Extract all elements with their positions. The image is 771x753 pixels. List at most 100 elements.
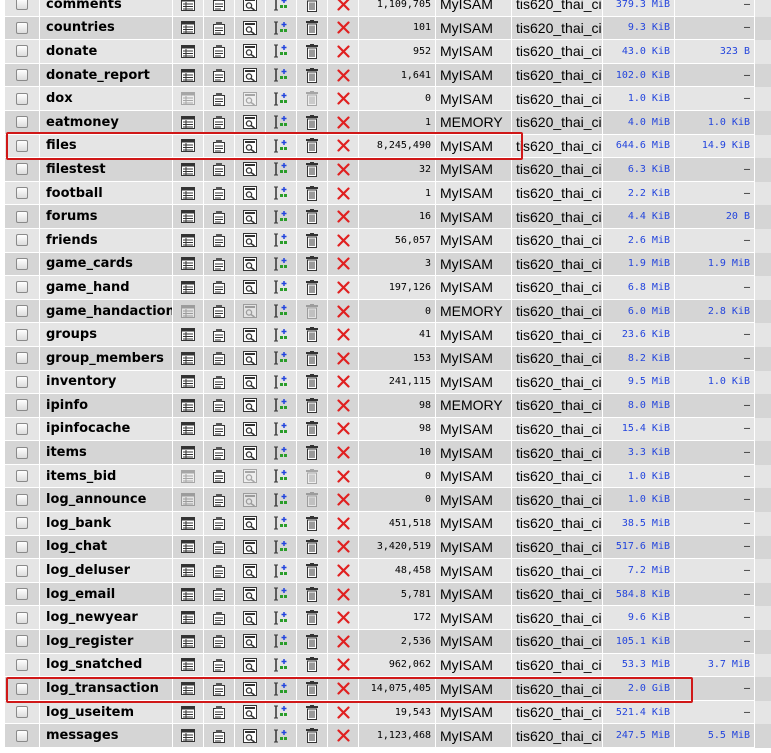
empty-icon[interactable] <box>305 303 319 319</box>
structure-icon[interactable] <box>212 658 226 672</box>
collation[interactable]: tis620_thai_ci <box>512 488 603 513</box>
collation[interactable]: tis620_thai_ci <box>512 158 603 182</box>
table-size[interactable]: 43.0 KiB <box>603 40 675 64</box>
collation[interactable]: tis620_thai_ci <box>512 40 603 64</box>
structure-icon[interactable] <box>212 210 226 224</box>
search-icon[interactable] <box>243 44 257 59</box>
row-checkbox[interactable] <box>16 187 28 200</box>
collation[interactable]: tis620_thai_ci <box>512 370 603 395</box>
drop-icon[interactable] <box>336 375 350 388</box>
empty-icon[interactable] <box>305 0 319 12</box>
overhead[interactable]: 323 B <box>675 40 755 64</box>
table-name[interactable]: log_email <box>40 582 173 607</box>
browse-icon[interactable] <box>181 682 195 696</box>
table-name[interactable]: filestest <box>40 158 173 182</box>
search-icon[interactable] <box>243 587 257 602</box>
collation[interactable]: tis620_thai_ci <box>512 700 603 725</box>
structure-icon[interactable] <box>212 634 226 649</box>
structure-icon[interactable] <box>212 44 226 59</box>
collation[interactable]: tis620_thai_ci <box>512 276 603 300</box>
empty-icon[interactable] <box>305 586 319 602</box>
search-icon[interactable] <box>243 186 257 201</box>
browse-icon[interactable] <box>181 92 195 106</box>
browse-icon[interactable] <box>181 516 195 530</box>
row-checkbox[interactable] <box>16 281 28 294</box>
table-size[interactable]: 247.5 MiB <box>603 724 675 748</box>
table-size[interactable]: 1.0 KiB <box>603 87 675 111</box>
search-icon[interactable] <box>243 91 257 106</box>
browse-icon[interactable] <box>181 422 195 436</box>
table-name[interactable]: dox <box>40 87 173 111</box>
table-name[interactable]: log_chat <box>40 535 173 560</box>
insert-icon[interactable] <box>273 43 289 59</box>
empty-icon[interactable] <box>305 232 319 248</box>
structure-icon[interactable] <box>212 493 226 507</box>
table-size[interactable]: 6.0 MiB <box>603 299 675 324</box>
insert-icon[interactable] <box>273 350 289 366</box>
structure-icon[interactable] <box>212 516 226 531</box>
browse-icon[interactable] <box>181 540 195 554</box>
table-name[interactable]: items <box>40 441 173 465</box>
empty-icon[interactable] <box>305 421 319 437</box>
drop-icon[interactable] <box>336 139 350 152</box>
drop-icon[interactable] <box>336 611 350 624</box>
row-checkbox[interactable] <box>16 611 28 624</box>
drop-icon[interactable] <box>336 210 350 223</box>
table-name[interactable]: log_snatched <box>40 653 173 678</box>
overhead[interactable]: 20 B <box>675 205 755 229</box>
empty-icon[interactable] <box>305 67 319 83</box>
empty-icon[interactable] <box>305 185 319 201</box>
collation[interactable]: tis620_thai_ci <box>512 582 603 607</box>
browse-icon[interactable] <box>181 68 195 82</box>
table-size[interactable]: 53.3 MiB <box>603 653 675 678</box>
row-checkbox[interactable] <box>16 45 28 58</box>
insert-icon[interactable] <box>273 681 289 697</box>
structure-icon[interactable] <box>212 540 226 554</box>
browse-icon[interactable] <box>181 44 195 58</box>
collation[interactable]: tis620_thai_ci <box>512 535 603 560</box>
structure-icon[interactable] <box>212 92 226 106</box>
empty-icon[interactable] <box>305 633 319 649</box>
collation[interactable]: tis620_thai_ci <box>512 512 603 536</box>
table-size[interactable]: 6.3 KiB <box>603 158 675 182</box>
empty-icon[interactable] <box>305 138 319 154</box>
drop-icon[interactable] <box>336 729 350 742</box>
table-name[interactable]: log_register <box>40 630 173 654</box>
empty-icon[interactable] <box>305 515 319 531</box>
table-name[interactable]: group_members <box>40 346 173 371</box>
table-name[interactable]: messages <box>40 724 173 748</box>
browse-icon[interactable] <box>181 493 195 507</box>
search-icon[interactable] <box>243 539 257 554</box>
search-icon[interactable] <box>243 115 257 130</box>
browse-icon[interactable] <box>181 351 195 365</box>
drop-icon[interactable] <box>336 399 350 412</box>
row-checkbox[interactable] <box>16 375 28 388</box>
row-checkbox[interactable] <box>16 517 28 530</box>
insert-icon[interactable] <box>273 138 289 154</box>
collation[interactable]: tis620_thai_ci <box>512 110 603 135</box>
overhead[interactable]: – <box>675 559 755 583</box>
drop-icon[interactable] <box>336 517 350 530</box>
row-checkbox[interactable] <box>16 210 28 223</box>
drop-icon[interactable] <box>336 186 350 200</box>
collation[interactable]: tis620_thai_ci <box>512 63 603 88</box>
empty-icon[interactable] <box>305 468 319 484</box>
overhead[interactable]: 1.0 KiB <box>675 370 755 395</box>
table-name[interactable]: inventory <box>40 370 173 395</box>
overhead[interactable]: – <box>675 323 755 347</box>
row-checkbox[interactable] <box>16 139 28 152</box>
collation[interactable]: tis620_thai_ci <box>512 0 603 17</box>
browse-icon[interactable] <box>181 257 195 271</box>
table-size[interactable]: 517.6 MiB <box>603 535 675 560</box>
insert-icon[interactable] <box>273 728 289 744</box>
overhead[interactable]: – <box>675 441 755 465</box>
browse-icon[interactable] <box>181 115 195 129</box>
overhead[interactable]: – <box>675 16 755 41</box>
table-size[interactable]: 1.9 MiB <box>603 252 675 277</box>
table-name[interactable]: ipinfocache <box>40 417 173 442</box>
drop-icon[interactable] <box>336 470 350 483</box>
search-icon[interactable] <box>243 445 257 460</box>
empty-icon[interactable] <box>305 20 319 36</box>
structure-icon[interactable] <box>212 398 226 413</box>
table-size[interactable]: 105.1 KiB <box>603 630 675 654</box>
